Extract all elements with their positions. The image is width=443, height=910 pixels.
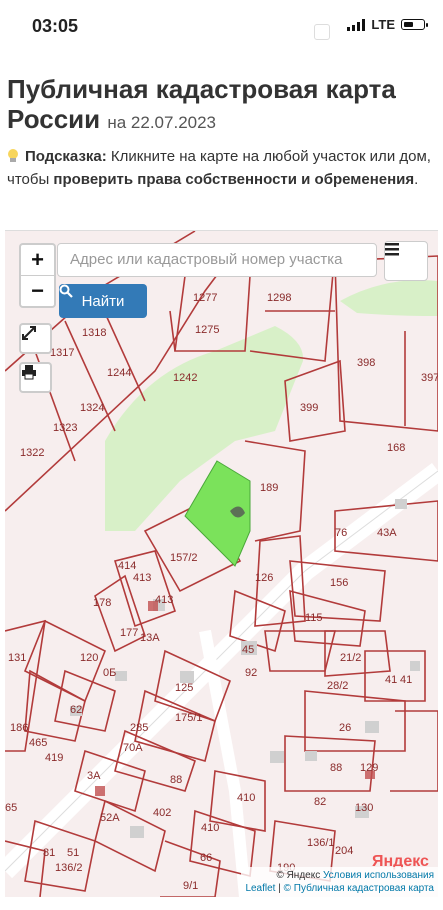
- parcel-label: 28/2: [327, 680, 348, 692]
- parcel-label: 136/2: [55, 862, 83, 874]
- parcel-label: 207: [5, 231, 23, 234]
- parcel-label: 51: [67, 847, 79, 859]
- parcel-label: 125: [175, 682, 193, 694]
- parcel-label: 189: [260, 482, 278, 494]
- parcel-label: 177: [120, 627, 138, 639]
- parcel-label: 26: [339, 722, 351, 734]
- hamburger-icon: [385, 243, 399, 256]
- source-link[interactable]: © Публичная кадастровая карта: [284, 883, 434, 894]
- search-icon: [59, 284, 73, 298]
- parcel-label: 175/1: [175, 712, 203, 724]
- parcel-label: 465: [29, 737, 47, 749]
- parcel-label: 397: [421, 372, 438, 384]
- status-bar: 03:05 LTE: [0, 0, 443, 52]
- cadastral-map[interactable]: 1277 1298 1318 1275 1317 1244 1242 398 397 399 132…: [5, 230, 438, 897]
- parcel-label: 285: [130, 722, 148, 734]
- parcel-label: 413: [133, 572, 151, 584]
- parcel-label: 186: [10, 722, 28, 734]
- parcel-label: 1298: [267, 292, 291, 304]
- network-type: LTE: [371, 17, 395, 32]
- attrib-yandex: © Яндекс: [276, 870, 321, 881]
- parcel-label: 129: [360, 762, 378, 774]
- map-tiles[interactable]: 1277 1298 1318 1275 1317 1244 1242 398 397 399 132…: [5, 231, 438, 897]
- parcel-label: 62: [70, 704, 82, 716]
- parcel-label: 1322: [20, 447, 44, 459]
- parcel-label: 1275: [195, 324, 219, 336]
- parcel-label: 204: [335, 845, 353, 857]
- parcel-label: 419: [45, 752, 63, 764]
- parcel-label: 399: [300, 402, 318, 414]
- fullscreen-button[interactable]: [19, 323, 52, 354]
- lightbulb-icon: [7, 149, 19, 163]
- forest-area: [340, 280, 438, 316]
- parcel-label: 1323: [53, 422, 77, 434]
- parcel-label: 157/2: [170, 552, 198, 564]
- hint-end: .: [414, 171, 419, 188]
- hint-label: Подсказка:: [25, 148, 107, 165]
- parcel-label: 92: [245, 667, 257, 679]
- parcel-label: 178: [93, 597, 111, 609]
- parcel-label: 9/1: [183, 880, 198, 892]
- parcel-label: 398: [357, 357, 375, 369]
- parcel-label: 43А: [377, 527, 397, 539]
- find-label: Найти: [81, 292, 125, 310]
- page-date: на 22.07.2023: [107, 113, 217, 132]
- zoom-out-button[interactable]: −: [21, 275, 54, 306]
- map-attribution: © Яндекс Условия использования Leaflet |…: [241, 867, 438, 897]
- expand-icon: [22, 326, 36, 340]
- parcel-label: 1317: [50, 347, 74, 359]
- menu-button[interactable]: [384, 241, 428, 281]
- zoom-control: + −: [19, 243, 56, 308]
- parcel-label: 3А: [87, 770, 101, 782]
- print-button[interactable]: [19, 362, 52, 393]
- parcel-label: 13А: [140, 632, 160, 644]
- parcel-label: 413: [155, 594, 173, 606]
- parcel-label: 41: [385, 674, 397, 686]
- home-indicator-icon: [314, 24, 330, 40]
- leaflet-link[interactable]: Leaflet: [245, 883, 275, 894]
- parcel-label: 115: [305, 612, 323, 624]
- parcel-label: 1277: [193, 292, 217, 304]
- parcel-label: 1242: [173, 372, 197, 384]
- parcel-label: 88: [330, 762, 342, 774]
- status-time: 03:05: [32, 16, 79, 36]
- parcel-label: 1318: [82, 327, 106, 339]
- parcel-label: 21/2: [340, 652, 361, 664]
- parcel-label: 45: [242, 644, 254, 656]
- parcel-label: 0Б: [103, 667, 116, 679]
- page-title: Публичная кадастровая карта России на 22…: [7, 74, 437, 138]
- battery-icon: [401, 19, 428, 30]
- parcel-label: 131: [8, 652, 26, 664]
- print-icon: [22, 365, 36, 380]
- parcel-label: 410: [201, 822, 219, 834]
- status-right: LTE: [347, 17, 428, 32]
- parcel-label: 402: [153, 807, 171, 819]
- parcel-label: 410: [237, 792, 255, 804]
- parcel-label: 136/1: [307, 837, 335, 849]
- parcel-label: 1324: [80, 402, 104, 414]
- parcel-label: 168: [387, 442, 405, 454]
- parcel-label: 414: [118, 560, 136, 572]
- parcel-label: 120: [80, 652, 98, 664]
- parcel-label: 41: [400, 674, 412, 686]
- parcel-label: 156: [330, 577, 348, 589]
- parcel-label: 88: [170, 774, 182, 786]
- parcel-label: 130: [355, 802, 373, 814]
- parcel-label: 76: [335, 527, 347, 539]
- parcel-label: 81: [43, 847, 55, 859]
- parcel-label: 82: [314, 796, 326, 808]
- search-input[interactable]: Адрес или кадастровый номер участка: [57, 243, 377, 277]
- signal-icon: [347, 18, 366, 31]
- parcel-label: 52А: [100, 812, 120, 824]
- terms-link[interactable]: Условия использования: [323, 870, 434, 881]
- find-button[interactable]: Найти: [59, 284, 147, 318]
- hint-text: Подсказка: Кликните на карте на любой уч…: [7, 145, 437, 191]
- parcel-label: 66: [200, 852, 212, 864]
- zoom-in-button[interactable]: +: [21, 245, 54, 275]
- parcel-label: 65: [5, 802, 17, 814]
- parcel-label: 1244: [107, 367, 131, 379]
- parcel-label: 126: [255, 572, 273, 584]
- parcel-label: 70А: [123, 742, 143, 754]
- hint-bold: проверить права собственности и обремене…: [53, 171, 415, 188]
